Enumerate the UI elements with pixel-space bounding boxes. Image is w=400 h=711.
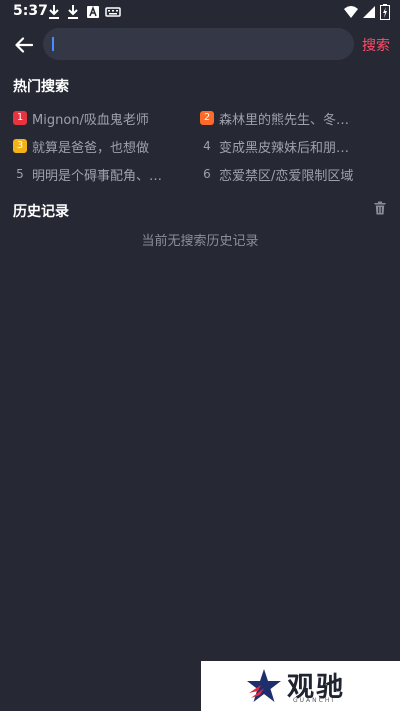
status-bar: 5:37 xyxy=(0,0,400,24)
hot-search-item-6[interactable]: 6 恋爱禁区/恋爱限制区域 xyxy=(200,164,353,184)
back-button[interactable] xyxy=(10,31,38,59)
star-logo-icon xyxy=(247,669,281,702)
search-button[interactable]: 搜索 xyxy=(362,35,390,55)
status-time: 5:37 xyxy=(13,3,48,19)
hot-search-text: 森林里的熊先生、冬… xyxy=(219,112,350,128)
history-title: 历史记录 xyxy=(13,204,69,220)
rank-badge: 2 xyxy=(200,111,214,125)
hot-search-item-5[interactable]: 5 明明是个碍事配角、… xyxy=(13,164,162,184)
search-bar: 搜索 xyxy=(0,27,400,63)
watermark-subtext: GUANCHI xyxy=(293,697,336,704)
battery-icon xyxy=(380,4,390,20)
download-icon xyxy=(49,5,59,19)
keyboard-icon xyxy=(105,7,121,17)
text-cursor xyxy=(52,37,54,51)
hot-search-item-2[interactable]: 2 森林里的熊先生、冬… xyxy=(200,108,349,128)
hot-search-item-3[interactable]: 3 就算是爸爸，也想做 xyxy=(13,136,149,156)
download-icon xyxy=(68,5,78,19)
rank-number: 5 xyxy=(16,167,24,181)
rank-number: 4 xyxy=(203,139,211,153)
rank-badge: 1 xyxy=(13,111,27,125)
search-input[interactable] xyxy=(43,28,354,60)
hot-search-text: 明明是个碍事配角、… xyxy=(32,168,163,184)
rank-badge: 3 xyxy=(13,139,27,153)
watermark-logo: 观驰 GUANCHI xyxy=(201,661,400,711)
hot-search-text: 变成黑皮辣妹后和朋… xyxy=(219,140,350,156)
history-empty-text: 当前无搜索历史记录 xyxy=(141,234,259,249)
hot-search-text: 就算是爸爸，也想做 xyxy=(32,140,150,156)
arrow-left-icon xyxy=(15,37,33,53)
hot-search-title: 热门搜索 xyxy=(13,79,69,95)
rank-number: 6 xyxy=(203,167,211,181)
hot-search-text: 恋爱禁区/恋爱限制区域 xyxy=(219,168,354,184)
hot-search-item-1[interactable]: 1 Mignon/吸血鬼老师 xyxy=(13,108,149,128)
trash-icon[interactable] xyxy=(374,201,386,215)
hot-search-item-4[interactable]: 4 变成黑皮辣妹后和朋… xyxy=(200,136,349,156)
hot-search-text: Mignon/吸血鬼老师 xyxy=(32,112,149,128)
signal-icon xyxy=(363,6,375,18)
text-a-icon xyxy=(87,5,99,18)
wifi-icon xyxy=(344,6,358,18)
